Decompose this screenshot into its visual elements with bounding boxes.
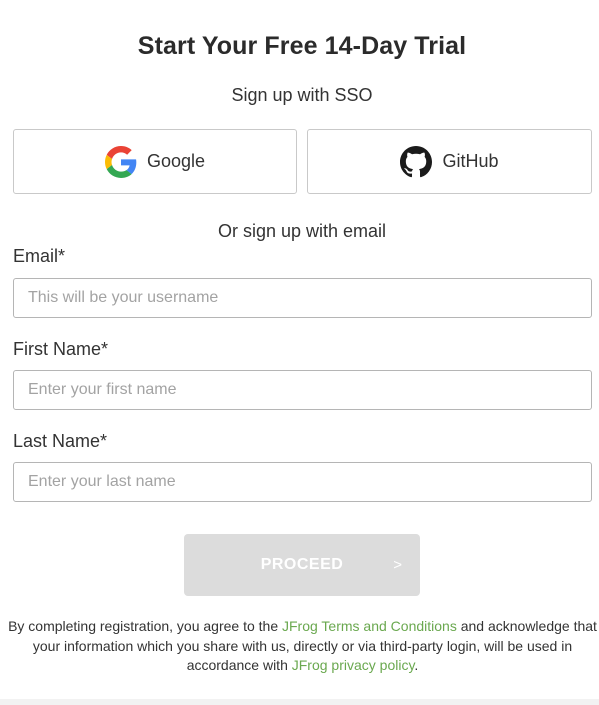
legal-prefix: By completing registration, you agree to… bbox=[8, 618, 282, 634]
proceed-label: PROCEED bbox=[260, 556, 344, 573]
google-logo-icon bbox=[104, 145, 137, 178]
github-button-label: GitHub bbox=[442, 151, 499, 171]
sso-heading: Sign up with SSO bbox=[231, 85, 373, 105]
privacy-policy-link[interactable]: JFrog privacy policy bbox=[292, 657, 415, 673]
email-label: Email* bbox=[13, 246, 66, 266]
last-name-input[interactable] bbox=[13, 462, 592, 502]
github-sso-button[interactable]: GitHub bbox=[307, 129, 592, 194]
email-signup-heading: Or sign up with email bbox=[217, 221, 387, 241]
first-name-input[interactable] bbox=[13, 370, 592, 410]
legal-suffix: . bbox=[414, 657, 419, 673]
google-sso-button[interactable]: Google bbox=[13, 129, 297, 194]
first-name-label: First Name* bbox=[13, 339, 109, 359]
bottom-divider bbox=[0, 699, 599, 705]
email-input[interactable] bbox=[13, 278, 592, 318]
chevron-right-icon: > bbox=[393, 556, 402, 574]
signup-page: Start Your Free 14-Day Trial Sign up wit… bbox=[0, 0, 599, 705]
page-title: Start Your Free 14-Day Trial bbox=[137, 32, 467, 60]
proceed-button[interactable]: PROCEED > bbox=[184, 534, 420, 596]
last-name-label: Last Name* bbox=[13, 431, 108, 451]
google-button-label: Google bbox=[146, 151, 206, 171]
github-logo-icon bbox=[400, 145, 433, 178]
legal-notice: By completing registration, you agree to… bbox=[8, 617, 597, 676]
terms-link[interactable]: JFrog Terms and Conditions bbox=[282, 618, 457, 634]
